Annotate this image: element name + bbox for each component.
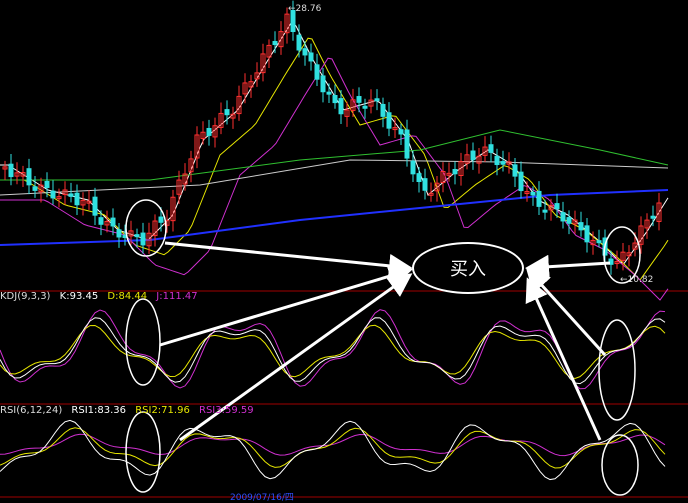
kdj-header[interactable]: KDJ(9,3,3) K:93.45 D:84.44 J:111.47 — [0, 291, 198, 302]
candle-body-99 — [596, 240, 602, 244]
signal-circle-1 — [125, 298, 161, 386]
arrow-5 — [525, 254, 611, 279]
candle-body-1 — [8, 163, 14, 178]
rsi2-value: RSI2:71.96 — [135, 405, 190, 416]
candle-body-8 — [50, 190, 56, 199]
candle-body-52 — [314, 64, 320, 80]
arrow-4 — [525, 277, 602, 441]
kdj-d-value: D:84.44 — [107, 291, 148, 302]
kdj-j-line — [0, 309, 666, 390]
buy-annotation-bubble: 买入 — [412, 242, 524, 294]
arrow-1 — [159, 264, 413, 347]
candle-body-22 — [134, 234, 140, 238]
candle-body-15 — [92, 196, 98, 216]
candle-body-50 — [302, 48, 308, 56]
low-price-mark: ←10.82 — [620, 275, 654, 285]
rsi-title: RSI(6,12,24) — [0, 405, 63, 416]
candle-body-92 — [554, 203, 560, 210]
candle-body-66 — [398, 129, 404, 135]
candle-body-4 — [26, 168, 32, 186]
signal-circle-4 — [598, 319, 636, 421]
candle-body-70 — [422, 178, 428, 191]
candle-body-63 — [380, 103, 386, 117]
candle-body-94 — [566, 217, 572, 224]
signal-circle-2 — [125, 411, 161, 493]
candle-body-68 — [410, 160, 416, 175]
signal-circle-5 — [601, 434, 639, 496]
rsi-header[interactable]: RSI(6,12,24) RSI1:83.36 RSI2:71.96 RSI3:… — [0, 405, 254, 416]
candle-body-89 — [536, 190, 542, 207]
candle-body-45 — [272, 40, 278, 46]
candle-body-108 — [650, 215, 656, 219]
candle-body-12 — [74, 192, 80, 206]
ma-green-line — [0, 129, 669, 181]
candle-body-64 — [386, 112, 392, 129]
kdj-title: KDJ(9,3,3) — [0, 291, 51, 302]
candle-body-82 — [494, 155, 500, 166]
rsi3-value: RSI3:59.59 — [199, 405, 254, 416]
rsi3-line — [0, 433, 666, 457]
candle-body-62 — [374, 98, 380, 102]
rsi1-value: RSI1:83.36 — [71, 405, 127, 416]
kdj-k-value: K:93.45 — [59, 291, 99, 302]
candle-body-97 — [584, 225, 590, 243]
candle-body-90 — [542, 209, 548, 213]
candle-body-7 — [44, 180, 50, 189]
high-price-arrow-icon: ← — [288, 4, 296, 14]
candle-body-5 — [32, 186, 38, 191]
candle-body-75 — [452, 168, 458, 175]
candle-body-26 — [158, 216, 164, 223]
arrow-0 — [164, 241, 413, 278]
candle-body-56 — [338, 98, 344, 115]
stock-chart-canvas[interactable] — [0, 0, 688, 502]
rsi1-line — [0, 419, 666, 481]
candle-body-81 — [488, 144, 494, 153]
candle-body-23 — [140, 232, 146, 246]
date-axis-label: 2009/07/16/四 — [230, 493, 294, 503]
kdj-indicator-lines — [0, 309, 666, 390]
candle-body-85 — [512, 164, 518, 177]
buy-annotation-text: 买入 — [450, 259, 486, 280]
candle-body-18 — [110, 217, 116, 227]
candle-body-34 — [206, 127, 212, 136]
ma-mid-line — [0, 37, 669, 281]
candle-body-60 — [362, 105, 368, 109]
rsi2-line — [0, 427, 666, 469]
candle-body-54 — [326, 91, 332, 95]
candle-body-16 — [98, 217, 104, 225]
high-price-mark: ←28.76 — [288, 4, 322, 14]
candle-body-78 — [470, 150, 476, 161]
candle-body-19 — [116, 229, 122, 238]
candle-body-88 — [530, 191, 536, 196]
candle-body-96 — [578, 222, 584, 231]
low-price-arrow-icon: ← — [620, 275, 628, 285]
ma-short-line — [0, 20, 669, 265]
candle-body-83 — [500, 161, 506, 165]
candle-body-93 — [560, 212, 566, 222]
candle-body-37 — [224, 109, 230, 116]
candle-body-51 — [308, 52, 314, 62]
candle-body-59 — [356, 96, 362, 103]
candlestick-series[interactable] — [2, 0, 662, 275]
kdj-j-value: J:111.47 — [156, 291, 198, 302]
candle-body-86 — [518, 171, 524, 192]
moving-average-lines — [0, 20, 669, 301]
candle-body-69 — [416, 173, 422, 183]
candle-body-53 — [320, 75, 326, 93]
candle-body-11 — [68, 193, 74, 197]
ma-grey-line — [0, 159, 669, 196]
rsi-indicator-lines — [0, 419, 666, 481]
candle-body-55 — [332, 95, 338, 104]
candle-body-67 — [404, 129, 410, 159]
candle-body-49 — [296, 34, 302, 51]
